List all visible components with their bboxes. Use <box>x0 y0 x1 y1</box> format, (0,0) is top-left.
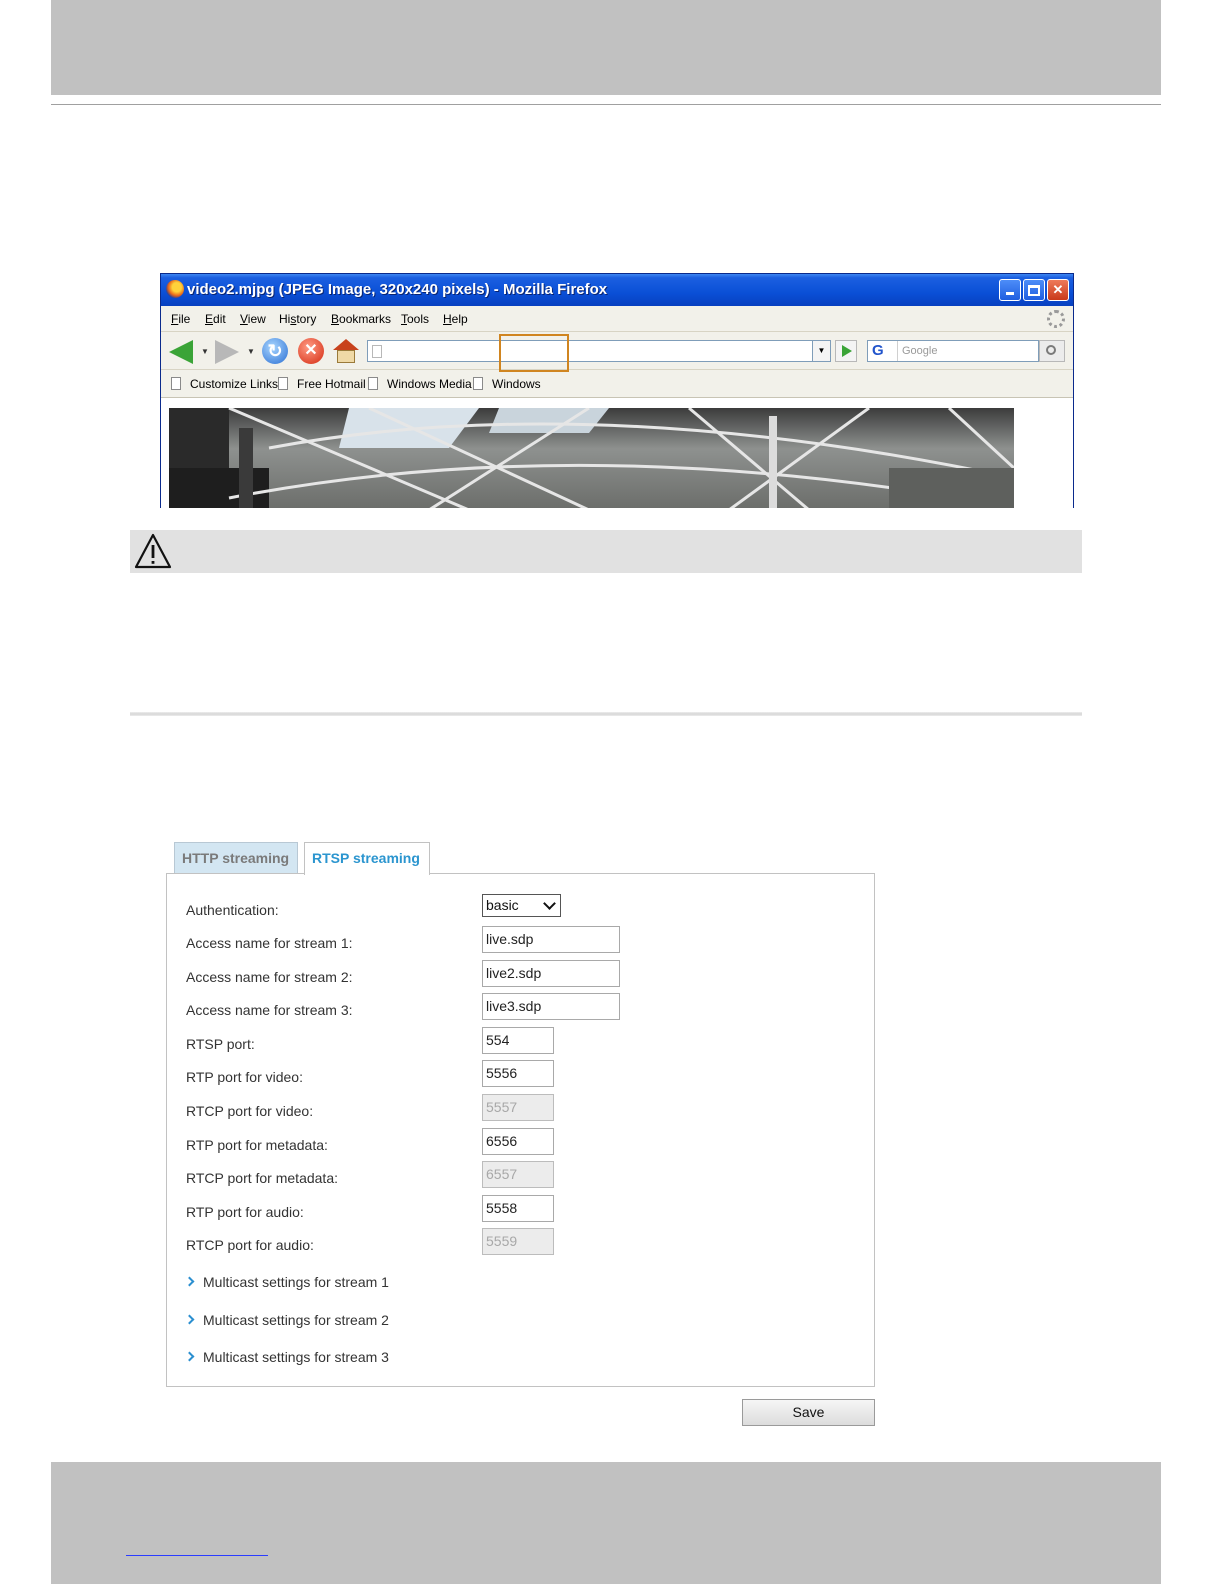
caution-bar <box>130 530 1082 573</box>
menu-history[interactable]: History <box>279 312 316 326</box>
document-icon <box>171 377 181 390</box>
rtp-video-port-input[interactable]: 5556 <box>482 1060 554 1087</box>
navigation-toolbar: ▼ ▼ ↻ ✕ ▼ G Google <box>161 332 1073 370</box>
rtcp-video-label: RTCP port for video: <box>186 1103 314 1119</box>
rtcp-metadata-label: RTCP port for metadata: <box>186 1170 338 1186</box>
address-dropdown-icon[interactable]: ▼ <box>813 340 831 362</box>
rtcp-audio-row: RTCP port for audio: 5559 <box>167 1228 867 1256</box>
chevron-right-icon <box>184 1276 195 1287</box>
header-rule <box>51 104 1161 105</box>
back-dropdown-icon[interactable]: ▼ <box>201 347 209 356</box>
menu-file[interactable]: File <box>171 312 190 326</box>
stream2-label: Access name for stream 2: <box>186 969 353 985</box>
menu-edit[interactable]: Edit <box>205 312 226 326</box>
authentication-label: Authentication: <box>186 902 279 918</box>
close-icon[interactable]: ✕ <box>1047 279 1069 301</box>
bookmark-free-hotmail[interactable]: Free Hotmail <box>278 377 366 391</box>
rtsp-port-row: RTSP port: 554 <box>167 1027 867 1055</box>
search-engine-icon[interactable]: G <box>868 341 898 361</box>
bookmark-windows-media[interactable]: Windows Media <box>368 377 472 391</box>
stream2-row: Access name for stream 2: live2.sdp <box>167 960 867 988</box>
page: video2.mjpg (JPEG Image, 320x240 pixels)… <box>0 0 1224 1584</box>
multicast-stream1-toggle[interactable]: Multicast settings for stream 1 <box>184 1274 389 1290</box>
home-icon[interactable] <box>333 339 359 363</box>
rtsp-settings-panel: Authentication: basic Access name for st… <box>166 873 875 1387</box>
menu-bar: File Edit View History Bookmarks Tools H… <box>161 306 1073 332</box>
multicast-stream2-toggle[interactable]: Multicast settings for stream 2 <box>184 1312 389 1328</box>
section-divider <box>130 712 1082 716</box>
stream1-label: Access name for stream 1: <box>186 935 353 951</box>
rtp-audio-row: RTP port for audio: 5558 <box>167 1195 867 1223</box>
chevron-down-icon <box>543 897 556 910</box>
document-icon <box>473 377 483 390</box>
stream2-access-name-input[interactable]: live2.sdp <box>482 960 620 987</box>
minimize-icon[interactable] <box>999 279 1021 301</box>
go-arrow-icon <box>842 345 852 357</box>
rtcp-metadata-row: RTCP port for metadata: 6557 <box>167 1161 867 1189</box>
chevron-right-icon <box>184 1314 195 1325</box>
browser-title: video2.mjpg (JPEG Image, 320x240 pixels)… <box>187 281 608 298</box>
rtcp-audio-label: RTCP port for audio: <box>186 1237 314 1253</box>
menu-help[interactable]: Help <box>443 312 468 326</box>
page-icon <box>372 345 382 358</box>
forward-arrow-icon[interactable] <box>215 340 239 364</box>
rtcp-audio-port-input: 5559 <box>482 1228 554 1255</box>
address-bar[interactable] <box>367 340 813 362</box>
maximize-icon[interactable] <box>1023 279 1045 301</box>
chevron-right-icon <box>184 1351 195 1362</box>
throbber-icon <box>1047 310 1065 328</box>
stream3-label: Access name for stream 3: <box>186 1002 353 1018</box>
rtp-metadata-port-input[interactable]: 6556 <box>482 1128 554 1155</box>
warning-icon <box>134 533 172 569</box>
menu-bookmarks[interactable]: Bookmarks <box>331 312 391 326</box>
tab-rtsp-streaming[interactable]: RTSP streaming <box>304 842 430 875</box>
authentication-value: basic <box>486 897 519 913</box>
menu-view[interactable]: View <box>240 312 266 326</box>
address-highlight-box <box>499 334 569 372</box>
rtp-metadata-row: RTP port for metadata: 6556 <box>167 1128 867 1156</box>
menu-tools[interactable]: Tools <box>401 312 429 326</box>
tab-http-streaming[interactable]: HTTP streaming <box>174 842 298 874</box>
rtsp-port-input[interactable]: 554 <box>482 1027 554 1054</box>
footer-link-underline[interactable] <box>126 1555 268 1556</box>
document-icon <box>368 377 378 390</box>
go-button[interactable] <box>835 340 857 362</box>
camera-snapshot-image <box>169 408 1014 508</box>
search-button[interactable] <box>1039 340 1065 362</box>
browser-window: video2.mjpg (JPEG Image, 320x240 pixels)… <box>160 273 1074 508</box>
document-icon <box>278 377 288 390</box>
authentication-select[interactable]: basic <box>482 894 561 917</box>
stream1-row: Access name for stream 1: live.sdp <box>167 926 867 954</box>
stop-icon[interactable]: ✕ <box>298 338 324 364</box>
search-input[interactable]: G Google <box>867 340 1039 362</box>
bookmark-windows[interactable]: Windows <box>473 377 541 391</box>
stream1-access-name-input[interactable]: live.sdp <box>482 926 620 953</box>
forward-dropdown-icon[interactable]: ▼ <box>247 347 255 356</box>
rtp-metadata-label: RTP port for metadata: <box>186 1137 328 1153</box>
firefox-logo-icon <box>166 280 184 298</box>
rtcp-video-port-input: 5557 <box>482 1094 554 1121</box>
rtp-video-row: RTP port for video: 5556 <box>167 1060 867 1088</box>
footer-band <box>51 1462 1161 1584</box>
bookmark-customize-links[interactable]: Customize Links <box>171 377 278 391</box>
browser-content <box>161 398 1073 508</box>
rtp-audio-label: RTP port for audio: <box>186 1204 304 1220</box>
reload-icon[interactable]: ↻ <box>262 338 288 364</box>
back-arrow-icon[interactable] <box>169 340 193 364</box>
bookmarks-toolbar: Customize Links Free Hotmail Windows Med… <box>161 370 1073 398</box>
magnifier-icon <box>1046 345 1056 355</box>
stream3-row: Access name for stream 3: live3.sdp <box>167 993 867 1021</box>
multicast-stream3-toggle[interactable]: Multicast settings for stream 3 <box>184 1349 389 1365</box>
rtcp-video-row: RTCP port for video: 5557 <box>167 1094 867 1122</box>
rtp-video-label: RTP port for video: <box>186 1069 303 1085</box>
save-button[interactable]: Save <box>742 1399 875 1426</box>
rtsp-port-label: RTSP port: <box>186 1036 255 1052</box>
search-placeholder: Google <box>902 345 938 357</box>
stream3-access-name-input[interactable]: live3.sdp <box>482 993 620 1020</box>
rtcp-metadata-port-input: 6557 <box>482 1161 554 1188</box>
browser-title-bar: video2.mjpg (JPEG Image, 320x240 pixels)… <box>161 274 1073 306</box>
rtp-audio-port-input[interactable]: 5558 <box>482 1195 554 1222</box>
header-band <box>51 0 1161 95</box>
authentication-row: Authentication: basic <box>167 894 867 928</box>
